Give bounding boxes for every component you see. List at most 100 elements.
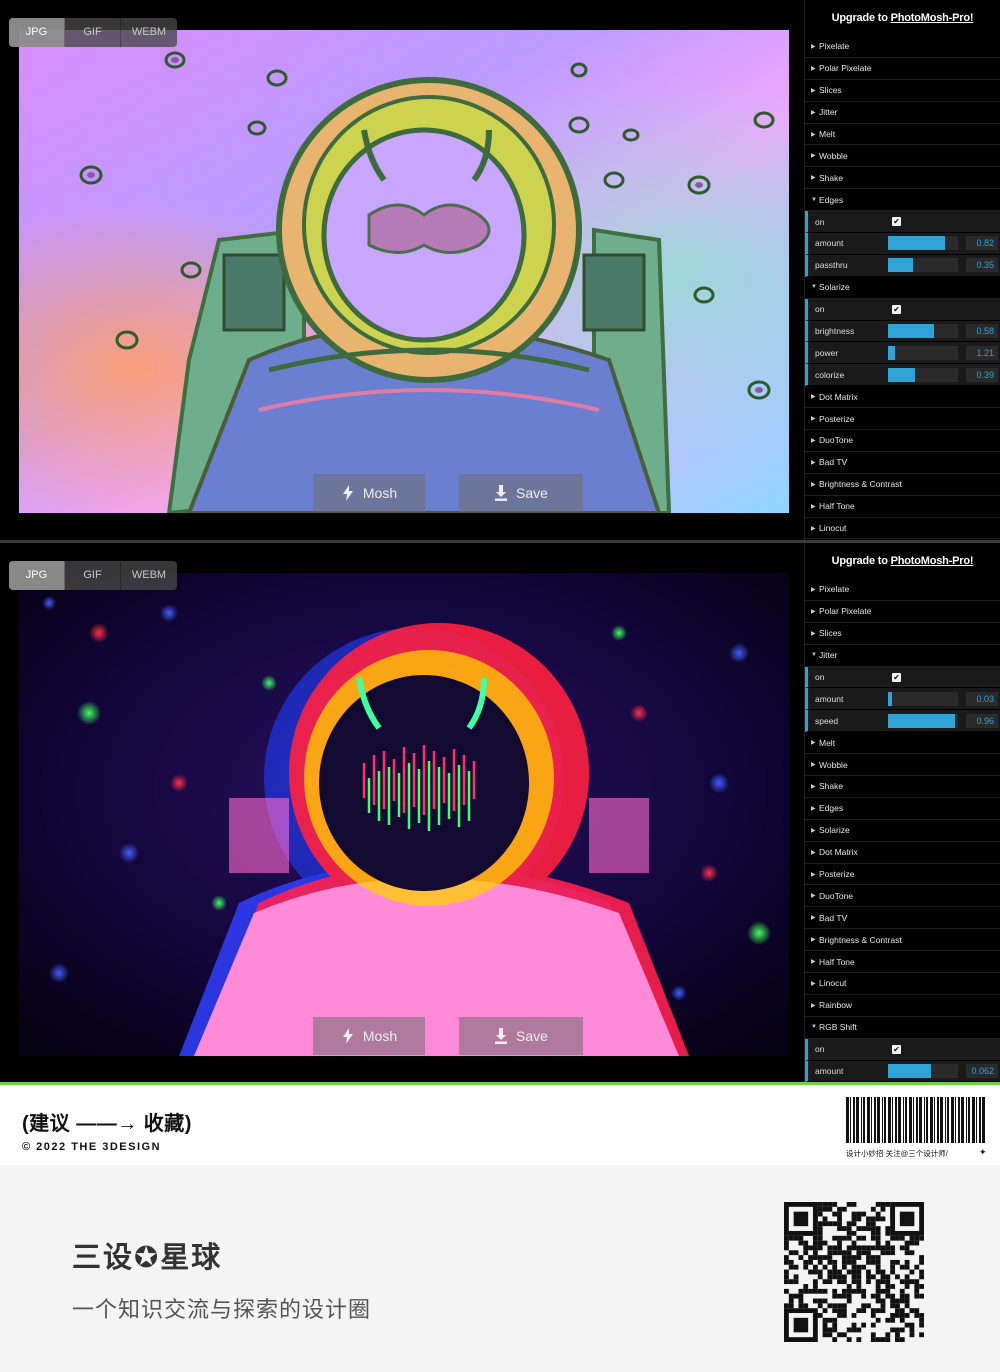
param-slider[interactable] (888, 367, 958, 382)
effect-melt[interactable]: ▶ Melt (805, 124, 1000, 146)
qr-code[interactable] (784, 1202, 924, 1342)
enable-checkbox[interactable]: ✔ (892, 672, 901, 682)
photomosh-app-edges-solarize: JPG GIF WEBM Mosh Save Upgrade to PhotoM… (0, 0, 1000, 540)
format-webm-button[interactable]: WEBM (121, 561, 177, 590)
slider-fill (888, 713, 956, 728)
param-slider[interactable] (888, 691, 958, 706)
param-amount: amount 0.82 (805, 233, 1000, 255)
effect-linocut[interactable]: ▶ Linocut (805, 518, 1000, 540)
param-label: on (815, 672, 825, 682)
effect-solarize[interactable]: ▼ Solarize (805, 277, 1000, 299)
effects-panel: Upgrade to PhotoMosh-Pro! ▶ Pixelate ▶ Pola… (804, 0, 1000, 540)
effect-wobble[interactable]: ▶ Wobble (805, 754, 1000, 777)
effect-solarize[interactable]: ▶ Solarize (805, 820, 1000, 842)
param-slider[interactable] (888, 713, 958, 728)
effect-label: Pixelate (819, 584, 850, 595)
format-gif-button[interactable]: GIF (65, 561, 121, 590)
triangle-right-icon: ▶ (811, 827, 816, 834)
param-value[interactable]: 1.21 (966, 345, 998, 360)
effect-label: Shake (819, 781, 844, 792)
triangle-right-icon: ▶ (811, 394, 816, 401)
slider-fill (888, 258, 913, 273)
format-jpg-button[interactable]: JPG (9, 561, 65, 590)
triangle-right-icon: ▶ (811, 87, 816, 94)
effect-duotone[interactable]: ▶ DuoTone (805, 885, 1000, 908)
brand-title: 三设✪星球 (72, 1242, 223, 1274)
barcode-caption: 设计小妙招 关注@三个设计师/ (846, 1149, 948, 1158)
upgrade-link[interactable]: PhotoMosh-Pro! (891, 555, 974, 567)
param-slider[interactable] (888, 324, 958, 339)
effect-dot-matrix[interactable]: ▶ Dot Matrix (805, 842, 1000, 864)
effect-slices[interactable]: ▶ Slices (805, 80, 1000, 102)
effect-rainbow[interactable]: ▶ Rainbow (805, 995, 1000, 1017)
effect-shake[interactable]: ▶ Shake (805, 776, 1000, 798)
moshed-image-preview (19, 30, 789, 513)
param-label: on (815, 304, 825, 315)
triangle-right-icon: ▶ (811, 959, 816, 966)
effect-label: Posterize (819, 413, 855, 424)
effect-label: Jitter (819, 107, 838, 118)
effect-rgb-shift[interactable]: ▼ RGB Shift (805, 1017, 1000, 1039)
effect-jitter[interactable]: ▶ Jitter (805, 102, 1000, 124)
triangle-right-icon: ▶ (811, 937, 816, 944)
footer-band: (建议 ——→ 收藏) © 2022 THE 3DESIGN 设计小妙招 关注@… (0, 1085, 1000, 1165)
triangle-down-icon: ▼ (811, 196, 817, 203)
param-value[interactable]: 0.03 (966, 691, 998, 706)
save-button[interactable]: Save (459, 474, 583, 512)
param-value[interactable]: 0.58 (966, 324, 998, 339)
param-value[interactable]: 0.35 (966, 258, 998, 273)
param-value[interactable]: 0.062 (966, 1064, 998, 1079)
effect-half-tone[interactable]: ▶ Half Tone (805, 496, 1000, 518)
effect-edges[interactable]: ▶ Edges (805, 798, 1000, 820)
download-icon (495, 1028, 508, 1044)
effect-label: Solarize (819, 825, 850, 836)
effect-label: Slices (819, 85, 842, 96)
effect-label: Brightness & Contrast (819, 479, 902, 490)
effect-bad-tv[interactable]: ▶ Bad TV (805, 907, 1000, 930)
effect-label: Wobble (819, 150, 848, 161)
effect-duotone[interactable]: ▶ DuoTone (805, 430, 1000, 452)
param-value[interactable]: 0.39 (966, 367, 998, 382)
effect-label: Edges (819, 803, 844, 814)
param-label: speed (815, 715, 839, 726)
effect-melt[interactable]: ▶ Melt (805, 732, 1000, 755)
effect-posterize[interactable]: ▶ Posterize (805, 864, 1000, 886)
param-slider[interactable] (888, 1064, 958, 1079)
effect-posterize[interactable]: ▶ Posterize (805, 408, 1000, 431)
effect-pixelate[interactable]: ▶ Pixelate (805, 579, 1000, 601)
effect-brightness-contrast[interactable]: ▶ Brightness & Contrast (805, 929, 1000, 952)
param-slider[interactable] (888, 345, 958, 360)
upgrade-link[interactable]: PhotoMosh-Pro! (891, 12, 974, 24)
effect-bad-tv[interactable]: ▶ Bad TV (805, 452, 1000, 474)
mosh-button[interactable]: Mosh (313, 474, 425, 512)
effect-jitter[interactable]: ▼ Jitter (805, 645, 1000, 667)
slider-fill (888, 345, 895, 360)
effect-brightness-contrast[interactable]: ▶ Brightness & Contrast (805, 474, 1000, 496)
effect-dot-matrix[interactable]: ▶ Dot Matrix (805, 386, 1000, 409)
param-power: power 1.21 (805, 342, 1000, 365)
effect-pixelate[interactable]: ▶ Pixelate (805, 36, 1000, 58)
save-button[interactable]: Save (459, 1017, 583, 1055)
effect-shake[interactable]: ▶ Shake (805, 167, 1000, 190)
effect-polar-pixelate[interactable]: ▶ Polar Pixelate (805, 601, 1000, 623)
effect-linocut[interactable]: ▶ Linocut (805, 973, 1000, 995)
effect-edges[interactable]: ▼ Edges (805, 189, 1000, 212)
enable-checkbox[interactable]: ✔ (892, 217, 901, 227)
effect-half-tone[interactable]: ▶ Half Tone (805, 951, 1000, 974)
slider-fill (888, 1064, 932, 1079)
format-webm-button[interactable]: WEBM (121, 18, 177, 47)
format-jpg-button[interactable]: JPG (9, 18, 65, 47)
param-slider[interactable] (888, 236, 958, 251)
param-value[interactable]: 0.96 (966, 713, 998, 728)
param-slider[interactable] (888, 258, 958, 273)
barcode-graphic (846, 1097, 985, 1143)
mosh-button[interactable]: Mosh (313, 1017, 425, 1055)
effect-slices[interactable]: ▶ Slices (805, 623, 1000, 645)
format-gif-button[interactable]: GIF (65, 18, 121, 47)
param-on: on ✔ (805, 666, 1000, 689)
effect-wobble[interactable]: ▶ Wobble (805, 145, 1000, 168)
effect-polar-pixelate[interactable]: ▶ Polar Pixelate (805, 58, 1000, 80)
enable-checkbox[interactable]: ✔ (892, 304, 901, 314)
enable-checkbox[interactable]: ✔ (892, 1044, 901, 1054)
param-value[interactable]: 0.82 (966, 236, 998, 251)
